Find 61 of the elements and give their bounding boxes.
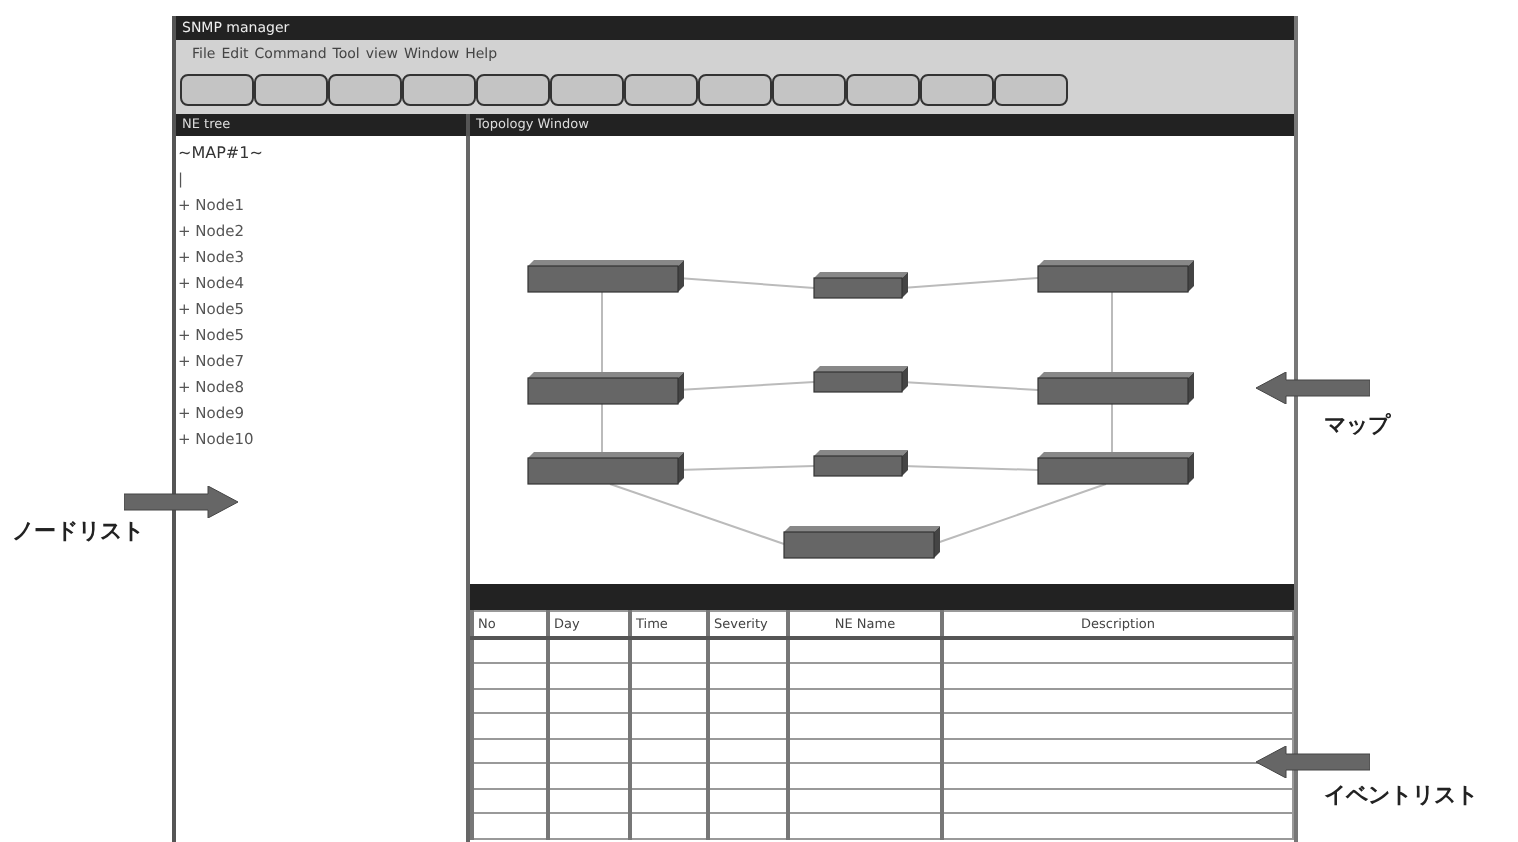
toolbar-button[interactable] — [920, 74, 994, 106]
arrow-icon — [1256, 372, 1370, 404]
table-cell — [548, 688, 630, 713]
table-cell — [548, 763, 630, 788]
table-cell — [630, 738, 708, 763]
network-node[interactable] — [1037, 452, 1194, 485]
network-node[interactable] — [527, 372, 684, 405]
table-cell — [548, 713, 630, 738]
table-cell — [630, 788, 708, 813]
network-node[interactable] — [813, 272, 908, 299]
table-cell — [708, 637, 788, 663]
table-cell — [472, 788, 548, 813]
table-cell — [548, 788, 630, 813]
arrow-icon — [1256, 746, 1370, 778]
toolbar-button[interactable] — [476, 74, 550, 106]
table-cell — [708, 788, 788, 813]
table-cell — [472, 763, 548, 788]
table-cell — [548, 738, 630, 763]
table-cell — [472, 688, 548, 713]
annotation-label: イベントリスト — [1324, 780, 1478, 810]
network-node[interactable] — [527, 260, 684, 293]
network-node[interactable] — [1037, 260, 1194, 293]
table-cell — [630, 813, 708, 838]
table-cell — [548, 813, 630, 838]
table-cell — [472, 663, 548, 688]
annotation-label: マップ — [1324, 410, 1390, 440]
table-cell — [472, 713, 548, 738]
table-cell — [548, 663, 630, 688]
table-cell — [708, 763, 788, 788]
tree-root[interactable]: ~MAP#1~ — [178, 140, 466, 166]
network-node[interactable] — [783, 526, 940, 559]
toolbar-button[interactable] — [402, 74, 476, 106]
toolbar-button[interactable] — [550, 74, 624, 106]
table-cell — [708, 738, 788, 763]
toolbar-button[interactable] — [254, 74, 328, 106]
table-cell — [472, 637, 548, 663]
network-node[interactable] — [527, 452, 684, 485]
table-cell — [708, 813, 788, 838]
toolbar-button[interactable] — [994, 74, 1068, 106]
table-cell — [708, 663, 788, 688]
table-cell — [708, 688, 788, 713]
toolbar-button[interactable] — [180, 74, 254, 106]
table-cell — [708, 713, 788, 738]
annotation-label: ノードリスト — [12, 516, 144, 546]
toolbar-button[interactable] — [846, 74, 920, 106]
network-node[interactable] — [813, 450, 908, 477]
toolbar-button[interactable] — [698, 74, 772, 106]
arrow-icon — [124, 486, 238, 518]
table-cell — [630, 637, 708, 663]
table-cell — [630, 663, 708, 688]
toolbar-button[interactable] — [772, 74, 846, 106]
table-cell — [630, 688, 708, 713]
network-node[interactable] — [813, 366, 908, 393]
table-cell — [548, 637, 630, 663]
table-cell — [472, 738, 548, 763]
table-cell — [630, 763, 708, 788]
toolbar-button[interactable] — [624, 74, 698, 106]
table-cell — [630, 713, 708, 738]
table-cell — [472, 813, 548, 838]
toolbar-button[interactable] — [328, 74, 402, 106]
network-node[interactable] — [1037, 372, 1194, 405]
